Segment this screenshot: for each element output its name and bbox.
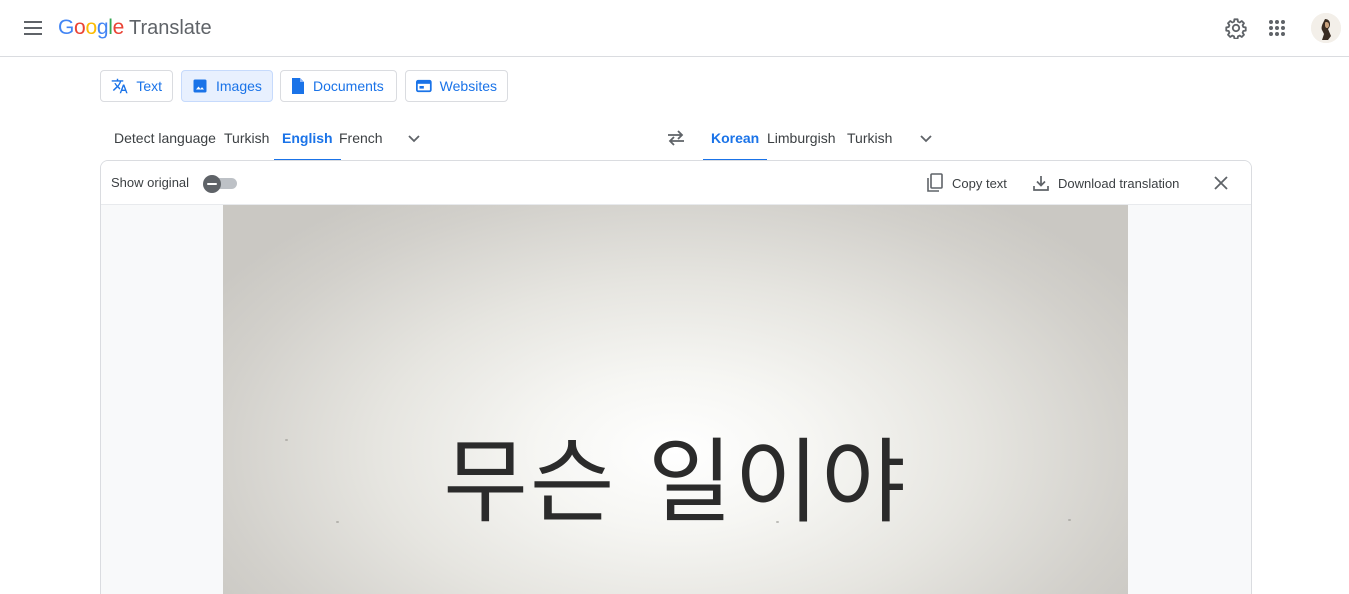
translate-icon — [111, 77, 128, 95]
tab-websites[interactable]: Websites — [405, 70, 508, 102]
google-wordmark: Google — [58, 16, 124, 40]
source-lang-english[interactable]: English — [282, 128, 333, 160]
tab-text[interactable]: Text — [100, 70, 173, 102]
tab-websites-label: Websites — [440, 78, 497, 94]
target-lang-turkish[interactable]: Turkish — [847, 128, 892, 160]
target-lang-korean[interactable]: Korean — [711, 128, 759, 160]
source-lang-detect[interactable]: Detect language — [114, 128, 216, 160]
image-translation-card: Show original Copy text Download transla… — [100, 160, 1252, 594]
swap-languages-icon[interactable] — [665, 127, 687, 149]
tab-documents-label: Documents — [313, 78, 384, 94]
settings-gear-icon[interactable] — [1222, 14, 1250, 42]
source-more-languages-chevron-down-icon[interactable] — [404, 128, 424, 148]
image-icon — [192, 78, 208, 94]
target-more-languages-chevron-down-icon[interactable] — [916, 128, 936, 148]
show-original-label: Show original — [111, 175, 189, 190]
document-icon — [291, 77, 305, 95]
download-translation-button[interactable]: Download translation — [1032, 171, 1179, 195]
google-translate-logo[interactable]: Google Translate — [58, 14, 212, 42]
tab-images[interactable]: Images — [181, 70, 273, 102]
translated-image-text: 무슨 일이야 — [223, 433, 1128, 533]
translated-image: 무슨 일이야 — [223, 205, 1128, 594]
tab-text-label: Text — [136, 78, 162, 94]
apps-grid-icon[interactable] — [1263, 14, 1291, 42]
show-original-toggle[interactable] — [203, 175, 237, 191]
close-icon[interactable] — [1211, 173, 1231, 193]
copy-icon — [926, 173, 944, 193]
website-icon — [416, 78, 432, 94]
account-avatar[interactable] — [1311, 13, 1341, 43]
target-lang-limburgish[interactable]: Limburgish — [767, 128, 835, 160]
copy-text-label: Copy text — [952, 176, 1007, 191]
source-lang-turkish[interactable]: Turkish — [224, 128, 269, 160]
main-menu-icon[interactable] — [21, 16, 45, 40]
product-name: Translate — [129, 17, 212, 40]
tab-documents[interactable]: Documents — [280, 70, 397, 102]
copy-text-button[interactable]: Copy text — [926, 171, 1007, 195]
source-lang-french[interactable]: French — [339, 128, 383, 160]
download-icon — [1032, 174, 1050, 192]
tab-images-label: Images — [216, 78, 262, 94]
download-translation-label: Download translation — [1058, 176, 1179, 191]
result-toolbar: Show original Copy text Download transla… — [101, 161, 1251, 205]
app-header: Google Translate — [0, 0, 1349, 57]
